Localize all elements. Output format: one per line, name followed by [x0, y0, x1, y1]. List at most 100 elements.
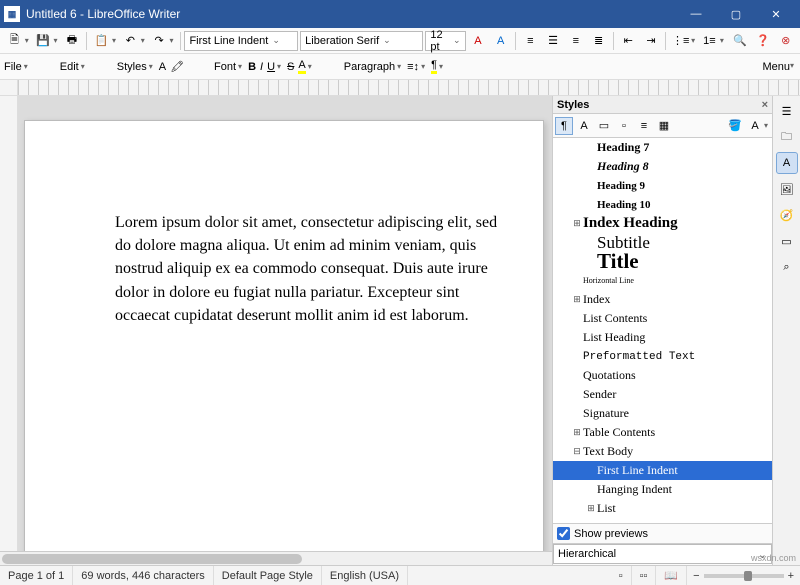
- zoom-in-icon[interactable]: +: [788, 570, 794, 582]
- page[interactable]: Lorem ipsum dolor sit amet, consectetur …: [24, 120, 544, 565]
- dropdown-icon[interactable]: ▾: [141, 36, 145, 45]
- style-item[interactable]: ·List Heading: [553, 328, 772, 347]
- close-button[interactable]: ✕: [756, 0, 796, 28]
- expand-icon[interactable]: ⊞: [571, 294, 583, 305]
- zoom-out-icon[interactable]: −: [693, 570, 699, 582]
- page-deck-icon[interactable]: ▭: [776, 230, 798, 252]
- menu-edit[interactable]: Edit: [60, 61, 79, 73]
- style-item[interactable]: ·Signature: [553, 404, 772, 423]
- bold-icon[interactable]: B: [248, 61, 256, 73]
- character-styles-icon[interactable]: A: [575, 117, 593, 135]
- scroll-thumb[interactable]: [2, 554, 302, 564]
- style-item[interactable]: ·Heading 7: [553, 138, 772, 157]
- close-doc-icon[interactable]: ⊗: [775, 30, 796, 52]
- dropdown-icon[interactable]: ▾: [24, 62, 28, 71]
- filter-combo[interactable]: Hierarchical: [553, 544, 772, 564]
- sidebar-settings-icon[interactable]: ☰: [776, 100, 798, 122]
- style-item[interactable]: ·Title: [553, 252, 772, 271]
- minimize-button[interactable]: —: [676, 0, 716, 28]
- dropdown-icon[interactable]: ▾: [308, 62, 312, 71]
- font-name-combo[interactable]: Liberation Serif: [300, 31, 423, 51]
- dropdown-icon[interactable]: ▾: [790, 61, 794, 73]
- expand-icon[interactable]: ⊞: [571, 218, 583, 229]
- style-item[interactable]: ·First Line Indent: [553, 461, 772, 480]
- vertical-ruler[interactable]: [0, 96, 18, 565]
- style-item[interactable]: ·Sender: [553, 385, 772, 404]
- style-item[interactable]: ·Hanging Indent: [553, 480, 772, 499]
- dropdown-icon[interactable]: ▾: [439, 62, 443, 71]
- dropdown-icon[interactable]: ▾: [54, 36, 58, 45]
- style-update-icon[interactable]: A: [159, 61, 166, 73]
- style-item[interactable]: ⊞Index Heading: [553, 214, 772, 233]
- increase-font-icon[interactable]: A: [468, 30, 489, 52]
- style-item[interactable]: ⊟Text Body: [553, 442, 772, 461]
- align-justify-icon[interactable]: ≣: [588, 30, 609, 52]
- dropdown-icon[interactable]: ▾: [421, 62, 425, 71]
- menu-file[interactable]: File: [4, 61, 22, 73]
- menu-main[interactable]: Menu: [762, 61, 790, 73]
- new-style-icon[interactable]: A: [746, 117, 764, 135]
- line-spacing-icon[interactable]: ≡↕: [407, 61, 419, 73]
- frame-styles-icon[interactable]: ▭: [595, 117, 613, 135]
- redo-icon[interactable]: ↷: [149, 30, 170, 52]
- dropdown-icon[interactable]: ▾: [149, 62, 153, 71]
- fill-format-icon[interactable]: 🪣: [726, 117, 744, 135]
- gallery-icon[interactable]: 🖼: [776, 178, 798, 200]
- dropdown-icon[interactable]: ▾: [691, 36, 695, 45]
- expand-icon[interactable]: ⊞: [585, 503, 597, 514]
- page-styles-icon[interactable]: ▫: [615, 117, 633, 135]
- indent-icon[interactable]: ⇥: [641, 30, 662, 52]
- number-list-icon[interactable]: 1≡: [699, 30, 720, 52]
- status-pagestyle[interactable]: Default Page Style: [214, 566, 322, 585]
- close-panel-icon[interactable]: ×: [762, 99, 768, 111]
- style-item[interactable]: ·Heading 8: [553, 157, 772, 176]
- dropdown-icon[interactable]: ▾: [25, 36, 29, 45]
- list-styles-icon[interactable]: ≡: [635, 117, 653, 135]
- properties-icon[interactable]: 🗀: [776, 126, 798, 148]
- styles-deck-icon[interactable]: A: [776, 152, 798, 174]
- style-item[interactable]: ·Quotations: [553, 366, 772, 385]
- body-text[interactable]: Lorem ipsum dolor sit amet, consectetur …: [115, 211, 511, 327]
- dropdown-icon[interactable]: ▾: [720, 36, 724, 45]
- undo-icon[interactable]: ↶: [120, 30, 141, 52]
- zoom-slider[interactable]: [704, 574, 784, 578]
- dropdown-icon[interactable]: ▾: [170, 36, 174, 45]
- status-wordcount[interactable]: 69 words, 446 characters: [73, 566, 214, 585]
- expand-icon[interactable]: ⊟: [571, 446, 583, 457]
- print-icon[interactable]: 🖶: [62, 30, 83, 52]
- styles-list[interactable]: ·Heading 7·Heading 8·Heading 9·Heading 1…: [553, 138, 772, 523]
- horizontal-scrollbar[interactable]: [0, 551, 552, 565]
- dropdown-icon[interactable]: ▾: [764, 121, 768, 130]
- navigator-icon[interactable]: 🧭: [776, 204, 798, 226]
- align-left-icon[interactable]: ≡: [520, 30, 541, 52]
- view-single-icon[interactable]: ▫: [611, 566, 632, 585]
- show-previews[interactable]: Show previews: [553, 523, 772, 543]
- highlight-icon[interactable]: 🖍: [170, 60, 184, 73]
- italic-icon[interactable]: I: [260, 61, 263, 73]
- status-page[interactable]: Page 1 of 1: [0, 566, 73, 585]
- zoom-knob[interactable]: [744, 571, 752, 581]
- style-item[interactable]: ·Heading 10: [553, 195, 772, 214]
- style-item[interactable]: ·Heading 9: [553, 176, 772, 195]
- align-center-icon[interactable]: ☰: [543, 30, 564, 52]
- help-icon[interactable]: ❓: [753, 30, 774, 52]
- style-item[interactable]: ⊞Index: [553, 290, 772, 309]
- view-multi-icon[interactable]: ▫▫: [632, 566, 657, 585]
- menu-paragraph[interactable]: Paragraph: [344, 61, 395, 73]
- para-bg-icon[interactable]: ¶: [431, 59, 437, 74]
- strike-icon[interactable]: S: [287, 61, 294, 73]
- dropdown-icon[interactable]: ▾: [397, 62, 401, 71]
- dropdown-icon[interactable]: ▾: [81, 62, 85, 71]
- dropdown-icon[interactable]: ▾: [238, 62, 242, 71]
- find-icon[interactable]: 🔍: [730, 30, 751, 52]
- align-right-icon[interactable]: ≡: [565, 30, 586, 52]
- inspector-icon[interactable]: ⌕: [776, 256, 798, 278]
- dropdown-icon[interactable]: ▾: [112, 36, 116, 45]
- new-doc-icon[interactable]: 🗎: [4, 30, 25, 52]
- decrease-font-icon[interactable]: A: [490, 30, 511, 52]
- style-item[interactable]: ·List Contents: [553, 309, 772, 328]
- dropdown-icon[interactable]: ▾: [277, 62, 281, 71]
- expand-icon[interactable]: ⊞: [571, 427, 583, 438]
- save-icon[interactable]: 💾: [33, 30, 54, 52]
- style-item[interactable]: ⊞List: [553, 499, 772, 518]
